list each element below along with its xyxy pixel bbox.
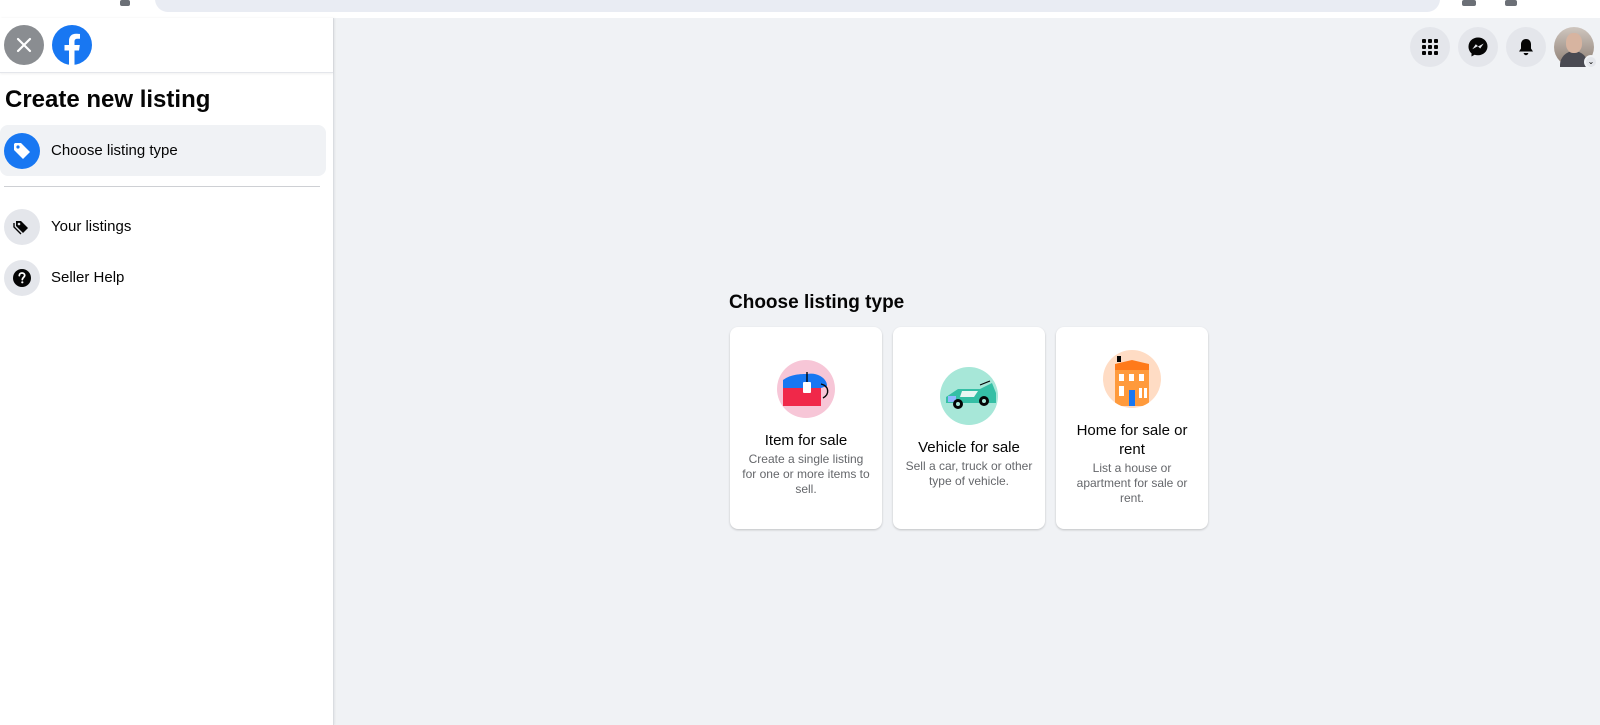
- sidebar-header: [0, 18, 333, 73]
- sidebar-item-your-listings[interactable]: Your listings: [0, 201, 325, 252]
- sidebar-item-label: Seller Help: [51, 269, 125, 286]
- menu-button[interactable]: [1410, 27, 1450, 67]
- card-title: Home for sale or rent: [1076, 422, 1188, 458]
- card-description: Create a single listing for one or more …: [742, 451, 870, 496]
- tags-icon: [4, 208, 40, 245]
- avatar-face: [1566, 33, 1582, 53]
- browser-address-bar[interactable]: [155, 0, 1440, 12]
- account-avatar[interactable]: ⌄: [1554, 27, 1598, 69]
- sidebar-item-choose-listing-type[interactable]: Choose listing type: [0, 125, 326, 176]
- sidebar-divider: [4, 186, 320, 187]
- facebook-logo[interactable]: [52, 25, 92, 65]
- browser-chrome: [0, 0, 1600, 18]
- messenger-icon: [1468, 37, 1488, 57]
- vehicle-illustration-icon: [940, 367, 998, 425]
- listing-type-cards: Item for sale Create a single listing fo…: [730, 327, 1208, 529]
- browser-icon[interactable]: [120, 0, 130, 6]
- item-illustration-icon: [777, 359, 835, 418]
- card-description: Sell a car, truck or other type of vehic…: [905, 459, 1033, 488]
- home-for-sale-or-rent-card[interactable]: Home for sale or rent List a house or ap…: [1056, 327, 1208, 529]
- close-icon: [16, 37, 32, 53]
- browser-menu-icon[interactable]: [1505, 0, 1517, 6]
- page-title: Choose listing type: [729, 292, 905, 313]
- card-title: Item for sale: [764, 431, 848, 449]
- item-for-sale-card[interactable]: Item for sale Create a single listing fo…: [730, 327, 882, 529]
- messenger-button[interactable]: [1458, 27, 1498, 67]
- sidebar-title: Create new listing: [5, 86, 211, 113]
- facebook-logo-icon: [64, 33, 80, 65]
- top-nav: ⌄: [1410, 27, 1600, 69]
- sidebar-item-label: Choose listing type: [51, 142, 178, 159]
- notifications-button[interactable]: [1506, 27, 1546, 67]
- card-title: Vehicle for sale: [918, 439, 1020, 456]
- sidebar: Create new listing Choose listing type Y…: [0, 18, 334, 725]
- close-button[interactable]: [4, 25, 44, 65]
- card-description: List a house or apartment for sale or re…: [1076, 461, 1188, 505]
- question-icon: [4, 259, 40, 296]
- sidebar-item-seller-help[interactable]: Seller Help: [0, 252, 325, 303]
- notifications-bell-icon: [1519, 39, 1533, 56]
- chevron-down-icon[interactable]: ⌄: [1584, 55, 1598, 69]
- menu-grid-icon: [1422, 39, 1438, 55]
- sidebar-item-label: Your listings: [51, 218, 132, 235]
- tag-icon: [4, 132, 40, 169]
- house-illustration-icon: [1103, 350, 1161, 408]
- vehicle-for-sale-card[interactable]: Vehicle for sale Sell a car, truck or ot…: [893, 327, 1045, 529]
- browser-extension-icon[interactable]: [1462, 0, 1476, 6]
